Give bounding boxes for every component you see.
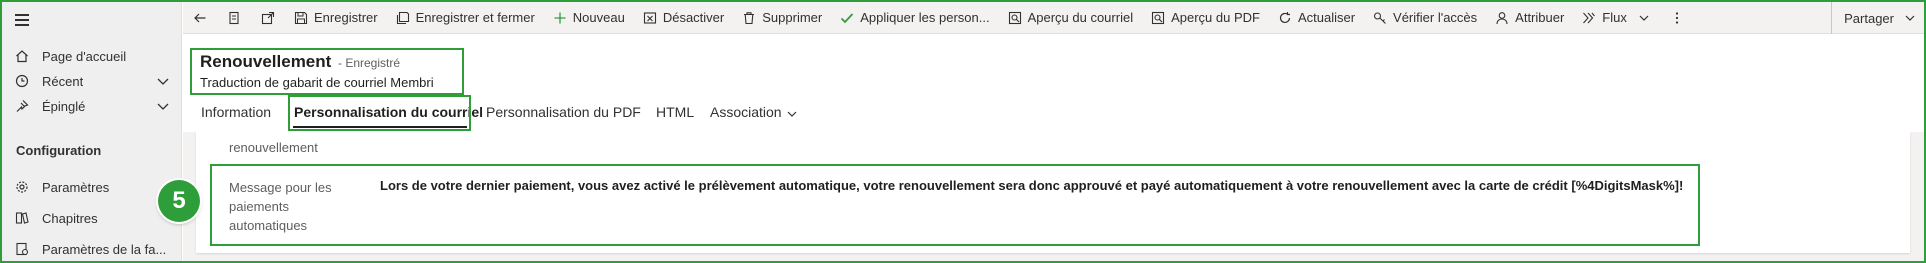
assign-label: Attribuer [1515,10,1565,25]
deactivate-button[interactable]: Désactiver [634,2,733,34]
chevron-down-icon[interactable] [156,74,170,88]
email-preview-button[interactable]: Aperçu du courriel [999,2,1143,34]
record-entity-name: Traduction de gabarit de courriel Membri [200,75,434,90]
deactivate-icon [643,11,657,25]
refresh-icon [1278,11,1292,25]
sidebar-item-chapters[interactable]: Chapitres [2,204,182,232]
save-close-label: Enregistrer et fermer [415,10,535,25]
pin-icon [14,98,30,114]
annotation-step-badge: 5 [158,180,200,222]
command-bar: Enregistrer Enregistrer et fermer Nouvea… [183,2,1924,34]
save-close-icon [396,11,410,25]
save-label: Enregistrer [314,10,378,25]
sidebar-item-label: Récent [42,73,84,89]
flow-label: Flux [1602,10,1627,25]
sidebar-item-family-settings[interactable]: Paramètres de la fa... [2,235,182,263]
apply-customizations-label: Appliquer les person... [860,10,990,25]
hamburger-menu-icon[interactable] [12,10,36,30]
field-label-renewal-tail: renouvellement [229,140,318,155]
tab-pdf-customization[interactable]: Personnalisation du PDF [486,104,641,124]
clock-icon [14,73,30,89]
delete-button[interactable]: Supprimer [733,2,831,34]
tab-association[interactable]: Association [710,104,782,124]
flow-button[interactable]: Flux [1573,2,1660,34]
auto-payment-message-label: Message pour les paiements automatiques [229,180,332,233]
preview-icon [1008,11,1022,25]
pdf-preview-icon [1151,11,1165,25]
back-button[interactable] [183,2,217,34]
chevron-down-icon[interactable] [156,99,170,113]
auto-payment-message-field[interactable]: Lors de votre dernier paiement, vous ave… [380,178,1683,193]
delete-label: Supprimer [762,10,823,25]
save-and-close-button[interactable]: Enregistrer et fermer [387,2,544,34]
sidebar-item-label: Page d'accueil [42,48,127,64]
record-title: Renouvellement [200,52,332,71]
annotation-highlight-auto-payment-field [210,164,1700,246]
gear-icon [14,179,30,195]
check-icon [840,11,854,25]
popout-icon [261,11,275,25]
sidebar-item-label: Paramètres de la fa... [42,241,167,257]
share-button[interactable]: Partager [1831,2,1916,34]
trash-icon [742,11,756,25]
refresh-label: Actualiser [1297,10,1356,25]
tab-html[interactable]: HTML [656,104,694,124]
new-label: Nouveau [572,10,625,25]
share-label: Partager [1844,10,1894,26]
open-new-window-button[interactable] [251,2,285,34]
form-view-button[interactable] [217,2,251,34]
new-button[interactable]: Nouveau [544,2,634,34]
chevron-down-icon [1637,11,1651,25]
sidebar-item-label: Paramètres [42,179,110,195]
save-button[interactable]: Enregistrer [285,2,387,34]
flow-icon [1582,11,1596,25]
deactivate-label: Désactiver [662,10,725,25]
sidebar-section-title: Configuration [16,143,102,158]
more-commands-button[interactable] [1660,2,1694,34]
assign-button[interactable]: Attribuer [1486,2,1573,34]
key-icon [1373,11,1387,25]
apply-customizations-button[interactable]: Appliquer les person... [831,2,998,34]
chevron-down-icon [1904,12,1916,24]
tab-information[interactable]: Information [201,104,271,124]
sidebar-item-label: Chapitres [42,210,98,226]
record-status: - Enregistré [338,56,401,70]
sidebar-item-pinned[interactable]: Épinglé [2,92,182,120]
sidebar-item-home[interactable]: Page d'accueil [2,42,182,70]
home-icon [14,48,30,64]
back-arrow-icon [193,11,207,25]
pdf-preview-label: Aperçu du PDF [1171,10,1260,25]
check-access-button[interactable]: Vérifier l'accès [1364,2,1486,34]
chevron-down-icon[interactable] [786,108,798,120]
email-preview-label: Aperçu du courriel [1027,10,1134,25]
sidebar: Page d'accueil Récent Épinglé Configurat… [2,2,182,261]
pdf-preview-button[interactable]: Aperçu du PDF [1142,2,1269,34]
person-icon [1495,11,1509,25]
chapters-icon [14,210,30,226]
sidebar-item-settings[interactable]: Paramètres [2,173,182,201]
plus-icon [553,11,567,25]
sidebar-item-recent[interactable]: Récent [2,67,182,95]
annotation-highlight-active-tab [288,95,471,131]
sidebar-item-label: Épinglé [42,98,86,114]
check-access-label: Vérifier l'accès [1393,10,1478,25]
refresh-button[interactable]: Actualiser [1269,2,1364,34]
more-vertical-icon [1670,11,1684,25]
save-icon [294,11,308,25]
settings-doc-icon [14,241,30,257]
form-icon [227,11,241,25]
